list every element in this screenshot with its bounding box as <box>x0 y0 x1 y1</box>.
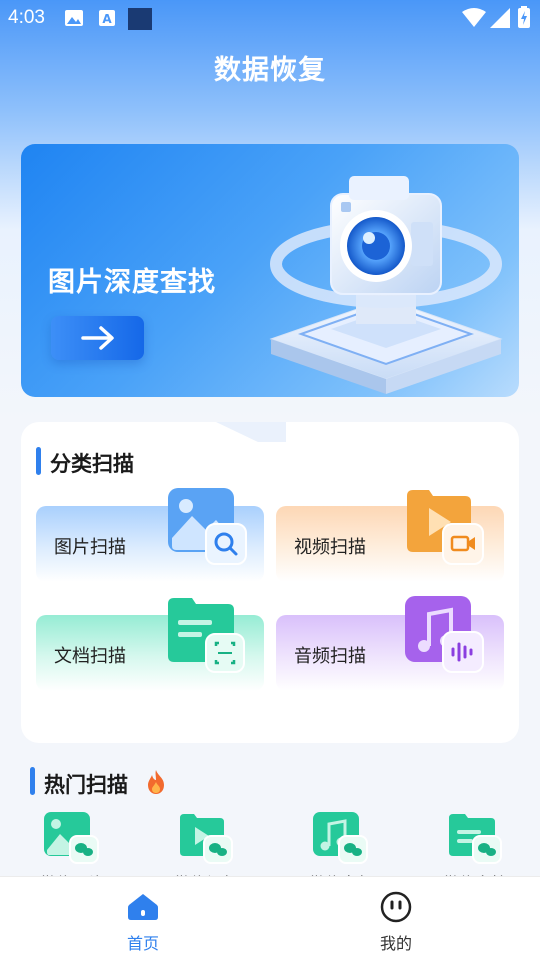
video-folder-icon <box>407 490 484 565</box>
section-bar <box>36 447 41 475</box>
banner-card[interactable]: 图片深度查找 <box>21 144 519 397</box>
wechat-video-icon[interactable] <box>178 812 234 864</box>
signal-icon <box>490 8 510 28</box>
wechat-audio-icon[interactable] <box>313 812 369 864</box>
category-card: 分类扫描 图片扫描 视频扫描 文档扫描 音频扫描 <box>21 422 519 743</box>
svg-text:A: A <box>102 12 112 26</box>
battery-icon <box>518 6 530 28</box>
section-bar <box>30 767 35 795</box>
wechat-document-icon[interactable] <box>447 812 503 864</box>
bottom-nav: 首页 我的 <box>0 876 540 961</box>
banner-title: 图片深度查找 <box>48 267 216 298</box>
tile-label: 视频扫描 <box>294 537 366 558</box>
image-icon <box>65 10 83 26</box>
wifi-icon <box>462 8 486 27</box>
flame-icon <box>148 770 164 794</box>
page-title: 数据恢复 <box>214 55 326 86</box>
wechat-image-icon[interactable] <box>44 812 100 864</box>
category-section-title: 分类扫描 <box>50 452 134 476</box>
home-icon <box>128 894 158 920</box>
square-icon <box>128 8 152 30</box>
card-notch <box>216 422 286 442</box>
nav-label: 首页 <box>126 934 159 953</box>
nav-label: 我的 <box>379 934 412 953</box>
nav-mine[interactable]: 我的 <box>336 877 456 961</box>
document-folder-icon <box>168 598 245 673</box>
camera-illustration <box>269 176 503 394</box>
tile-label: 图片扫描 <box>54 537 126 558</box>
audio-folder-icon <box>405 596 484 673</box>
arrow-right-icon <box>81 326 114 350</box>
status-time: 4:03 <box>8 7 45 28</box>
font-icon: A <box>99 10 115 26</box>
smiley-icon <box>380 891 412 923</box>
tile-label: 音频扫描 <box>294 646 366 667</box>
image-search-icon <box>168 488 247 565</box>
hot-section-title: 热门扫描 <box>44 773 128 797</box>
nav-home[interactable]: 首页 <box>83 877 203 961</box>
status-bar: 4:03 A <box>0 0 540 38</box>
tile-label: 文档扫描 <box>54 646 126 667</box>
banner-go-button[interactable] <box>51 316 144 360</box>
